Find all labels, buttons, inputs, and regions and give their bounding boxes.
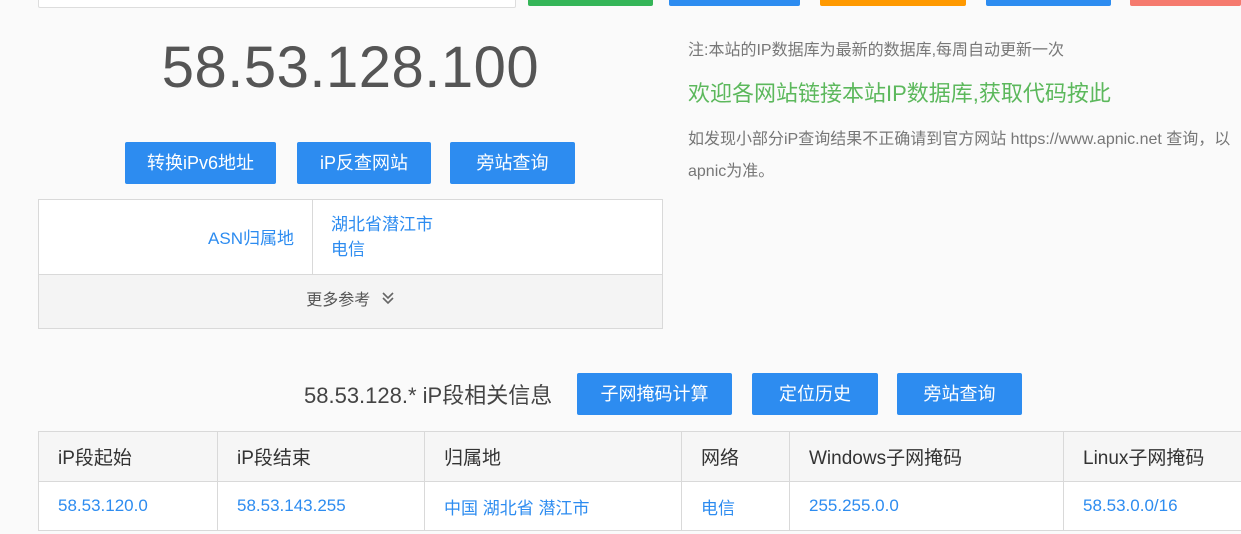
ip-info-table: ASN归属地 湖北省潜江市 电信 更多参考 (38, 199, 663, 329)
top-button-3[interactable] (820, 0, 966, 6)
ip-segment-table: iP段起始 iP段结束 归属地 网络 Windows子网掩码 Linux子网掩码… (38, 431, 1241, 531)
apnic-note: 如发现小部分iP查询结果不正确请到官方网站 https://www.apnic.… (688, 131, 1231, 180)
header-network: 网络 (681, 431, 790, 482)
top-button-1[interactable] (528, 0, 653, 6)
table-row: 58.53.120.0 58.53.143.255 中国 湖北省 潜江市 电信 … (38, 481, 1241, 531)
top-button-4[interactable] (986, 0, 1111, 6)
cell-linux-mask[interactable]: 58.53.0.0/16 (1063, 481, 1241, 531)
cell-location[interactable]: 中国 湖北省 潜江市 (424, 481, 682, 531)
segment-title: 58.53.128.* iP段相关信息 (304, 383, 553, 408)
header-linux-mask: Linux子网掩码 (1063, 431, 1241, 482)
convert-ipv6-button[interactable]: 转换iPv6地址 (125, 142, 276, 184)
cell-network[interactable]: 电信 (681, 481, 790, 531)
table-header-row: iP段起始 iP段结束 归属地 网络 Windows子网掩码 Linux子网掩码 (38, 431, 1241, 482)
side-site-button[interactable]: 旁站查询 (450, 142, 575, 184)
more-reference-toggle[interactable]: 更多参考 (39, 275, 662, 328)
header-range-start: iP段起始 (38, 431, 218, 482)
header-windows-mask: Windows子网掩码 (789, 431, 1064, 482)
ip-address-title: 58.53.128.100 (161, 35, 540, 100)
asn-row: ASN归属地 湖北省潜江市 电信 (39, 200, 662, 275)
asn-isp-link[interactable]: 电信 (331, 237, 433, 262)
double-chevron-down-icon (381, 275, 395, 327)
database-note: 注:本站的IP数据库为最新的数据库,每周自动更新一次 (688, 42, 1065, 59)
top-button-2[interactable] (669, 0, 800, 6)
asn-label: ASN归属地 (39, 200, 313, 274)
more-reference-label: 更多参考 (306, 292, 371, 310)
location-history-button[interactable]: 定位历史 (752, 373, 878, 415)
cell-range-end[interactable]: 58.53.143.255 (217, 481, 425, 531)
cell-range-start[interactable]: 58.53.120.0 (38, 481, 218, 531)
reverse-ip-button[interactable]: iP反查网站 (297, 142, 431, 184)
search-input[interactable] (38, 0, 516, 8)
link-promo-link[interactable]: 欢迎各网站链接本站IP数据库,获取代码按此 (688, 76, 1111, 108)
header-range-end: iP段结束 (217, 431, 425, 482)
asn-value: 湖北省潜江市 电信 (313, 200, 451, 274)
cell-windows-mask[interactable]: 255.255.0.0 (789, 481, 1064, 531)
top-button-5[interactable] (1130, 0, 1241, 6)
segment-side-site-button[interactable]: 旁站查询 (897, 373, 1022, 415)
subnet-calc-button[interactable]: 子网掩码计算 (577, 373, 732, 415)
header-location: 归属地 (424, 431, 682, 482)
asn-region-link[interactable]: 湖北省潜江市 (331, 212, 433, 237)
